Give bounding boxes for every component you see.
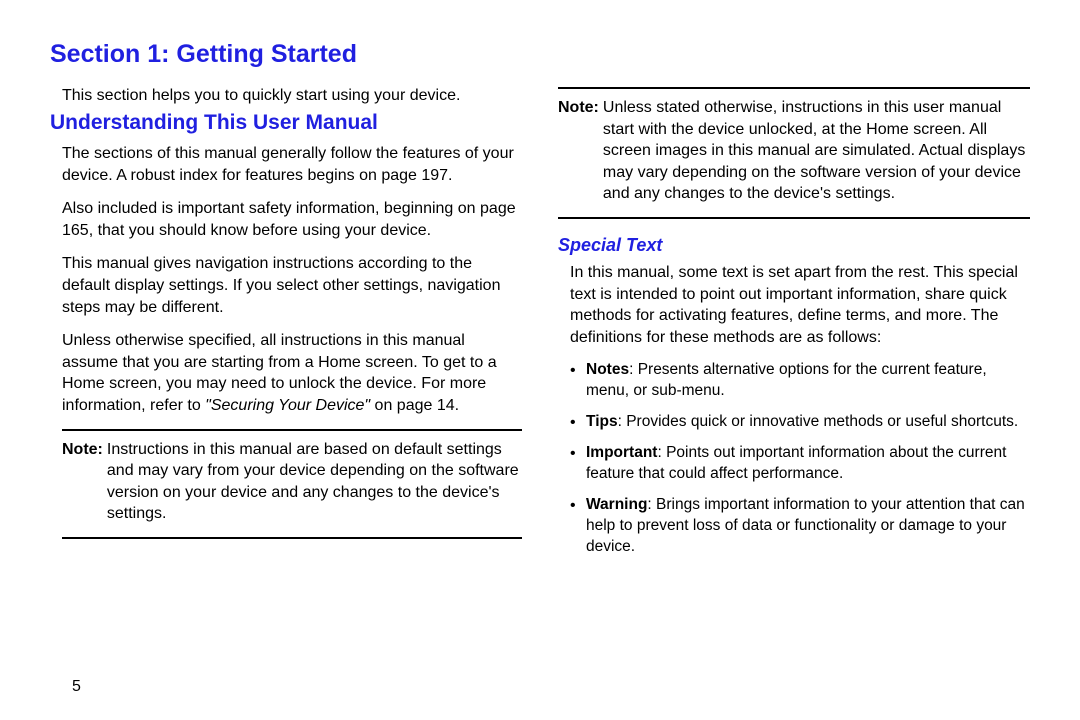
text-run: on page 14. — [370, 397, 459, 414]
note-label: Note: — [558, 97, 599, 205]
note-block: Note: Instructions in this manual are ba… — [62, 429, 522, 539]
bullet-label: Notes — [586, 361, 629, 378]
intro-text: This section helps you to quickly start … — [62, 87, 522, 105]
cross-reference: "Securing Your Device" — [205, 397, 370, 414]
right-column: Note: Unless stated otherwise, instructi… — [558, 87, 1030, 568]
bullet-label: Important — [586, 444, 657, 461]
left-column: This section helps you to quickly start … — [50, 87, 522, 568]
note-label: Note: — [62, 439, 103, 525]
bullet-text: : Presents alternative options for the c… — [586, 361, 987, 399]
bullet-text: : Provides quick or innovative methods o… — [618, 413, 1019, 430]
section-title: Section 1: Getting Started — [50, 40, 1030, 69]
two-column-layout: This section helps you to quickly start … — [50, 87, 1030, 568]
paragraph: The sections of this manual generally fo… — [62, 143, 522, 186]
note-block: Note: Unless stated otherwise, instructi… — [558, 87, 1030, 219]
list-item: Tips: Provides quick or innovative metho… — [570, 412, 1030, 433]
list-item: Notes: Presents alternative options for … — [570, 360, 1030, 402]
sub-heading: Special Text — [558, 235, 1030, 256]
list-item: Warning: Brings important information to… — [570, 495, 1030, 558]
paragraph: Also included is important safety inform… — [62, 198, 522, 241]
bullet-list: Notes: Presents alternative options for … — [570, 360, 1030, 557]
note-text: Instructions in this manual are based on… — [107, 439, 522, 525]
subsection-title: Understanding This User Manual — [50, 111, 522, 135]
page-number: 5 — [72, 678, 81, 696]
list-item: Important: Points out important informat… — [570, 443, 1030, 485]
bullet-label: Tips — [586, 413, 618, 430]
paragraph: This manual gives navigation instruction… — [62, 253, 522, 318]
bullet-label: Warning — [586, 496, 647, 513]
paragraph: In this manual, some text is set apart f… — [570, 262, 1030, 348]
paragraph: Unless otherwise specified, all instruct… — [62, 330, 522, 416]
note-text: Unless stated otherwise, instructions in… — [603, 97, 1030, 205]
bullet-text: : Brings important information to your a… — [586, 496, 1025, 555]
